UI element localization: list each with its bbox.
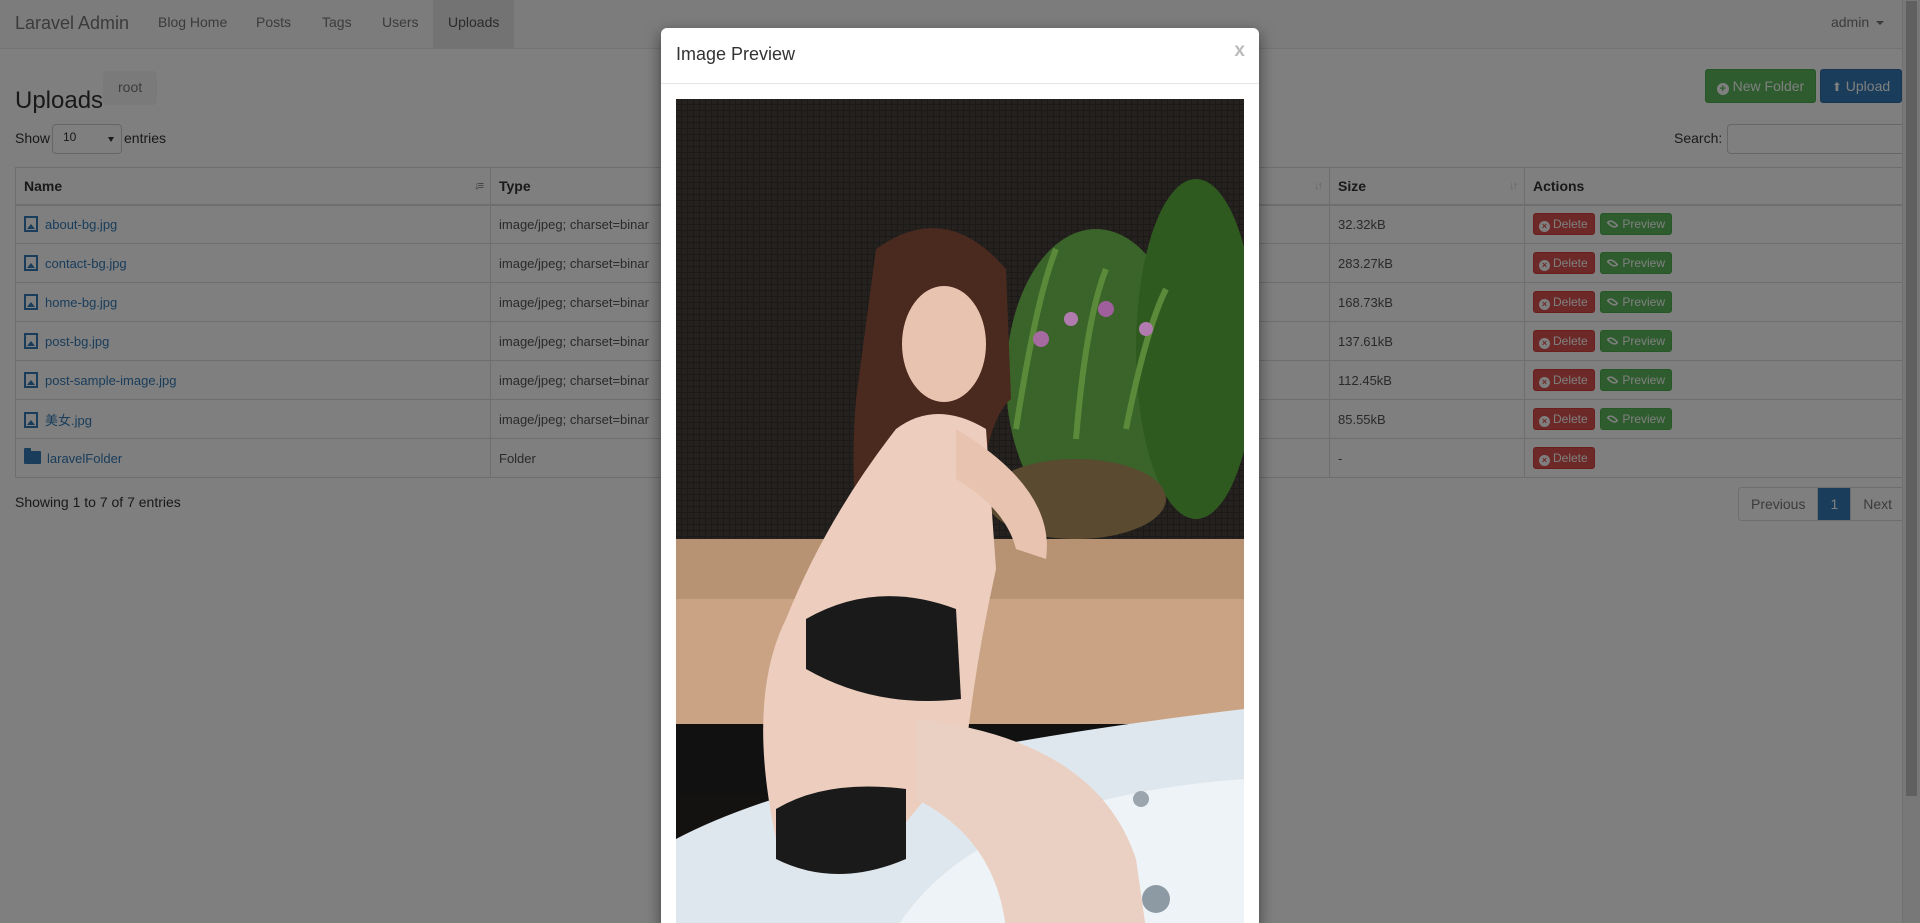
image-preview-modal: Image Preview x <box>661 28 1259 923</box>
preview-photo <box>676 99 1244 923</box>
preview-image <box>676 99 1244 923</box>
close-icon[interactable]: x <box>1234 40 1245 62</box>
modal-header: Image Preview x <box>661 28 1259 84</box>
modal-title: Image Preview <box>676 44 796 64</box>
